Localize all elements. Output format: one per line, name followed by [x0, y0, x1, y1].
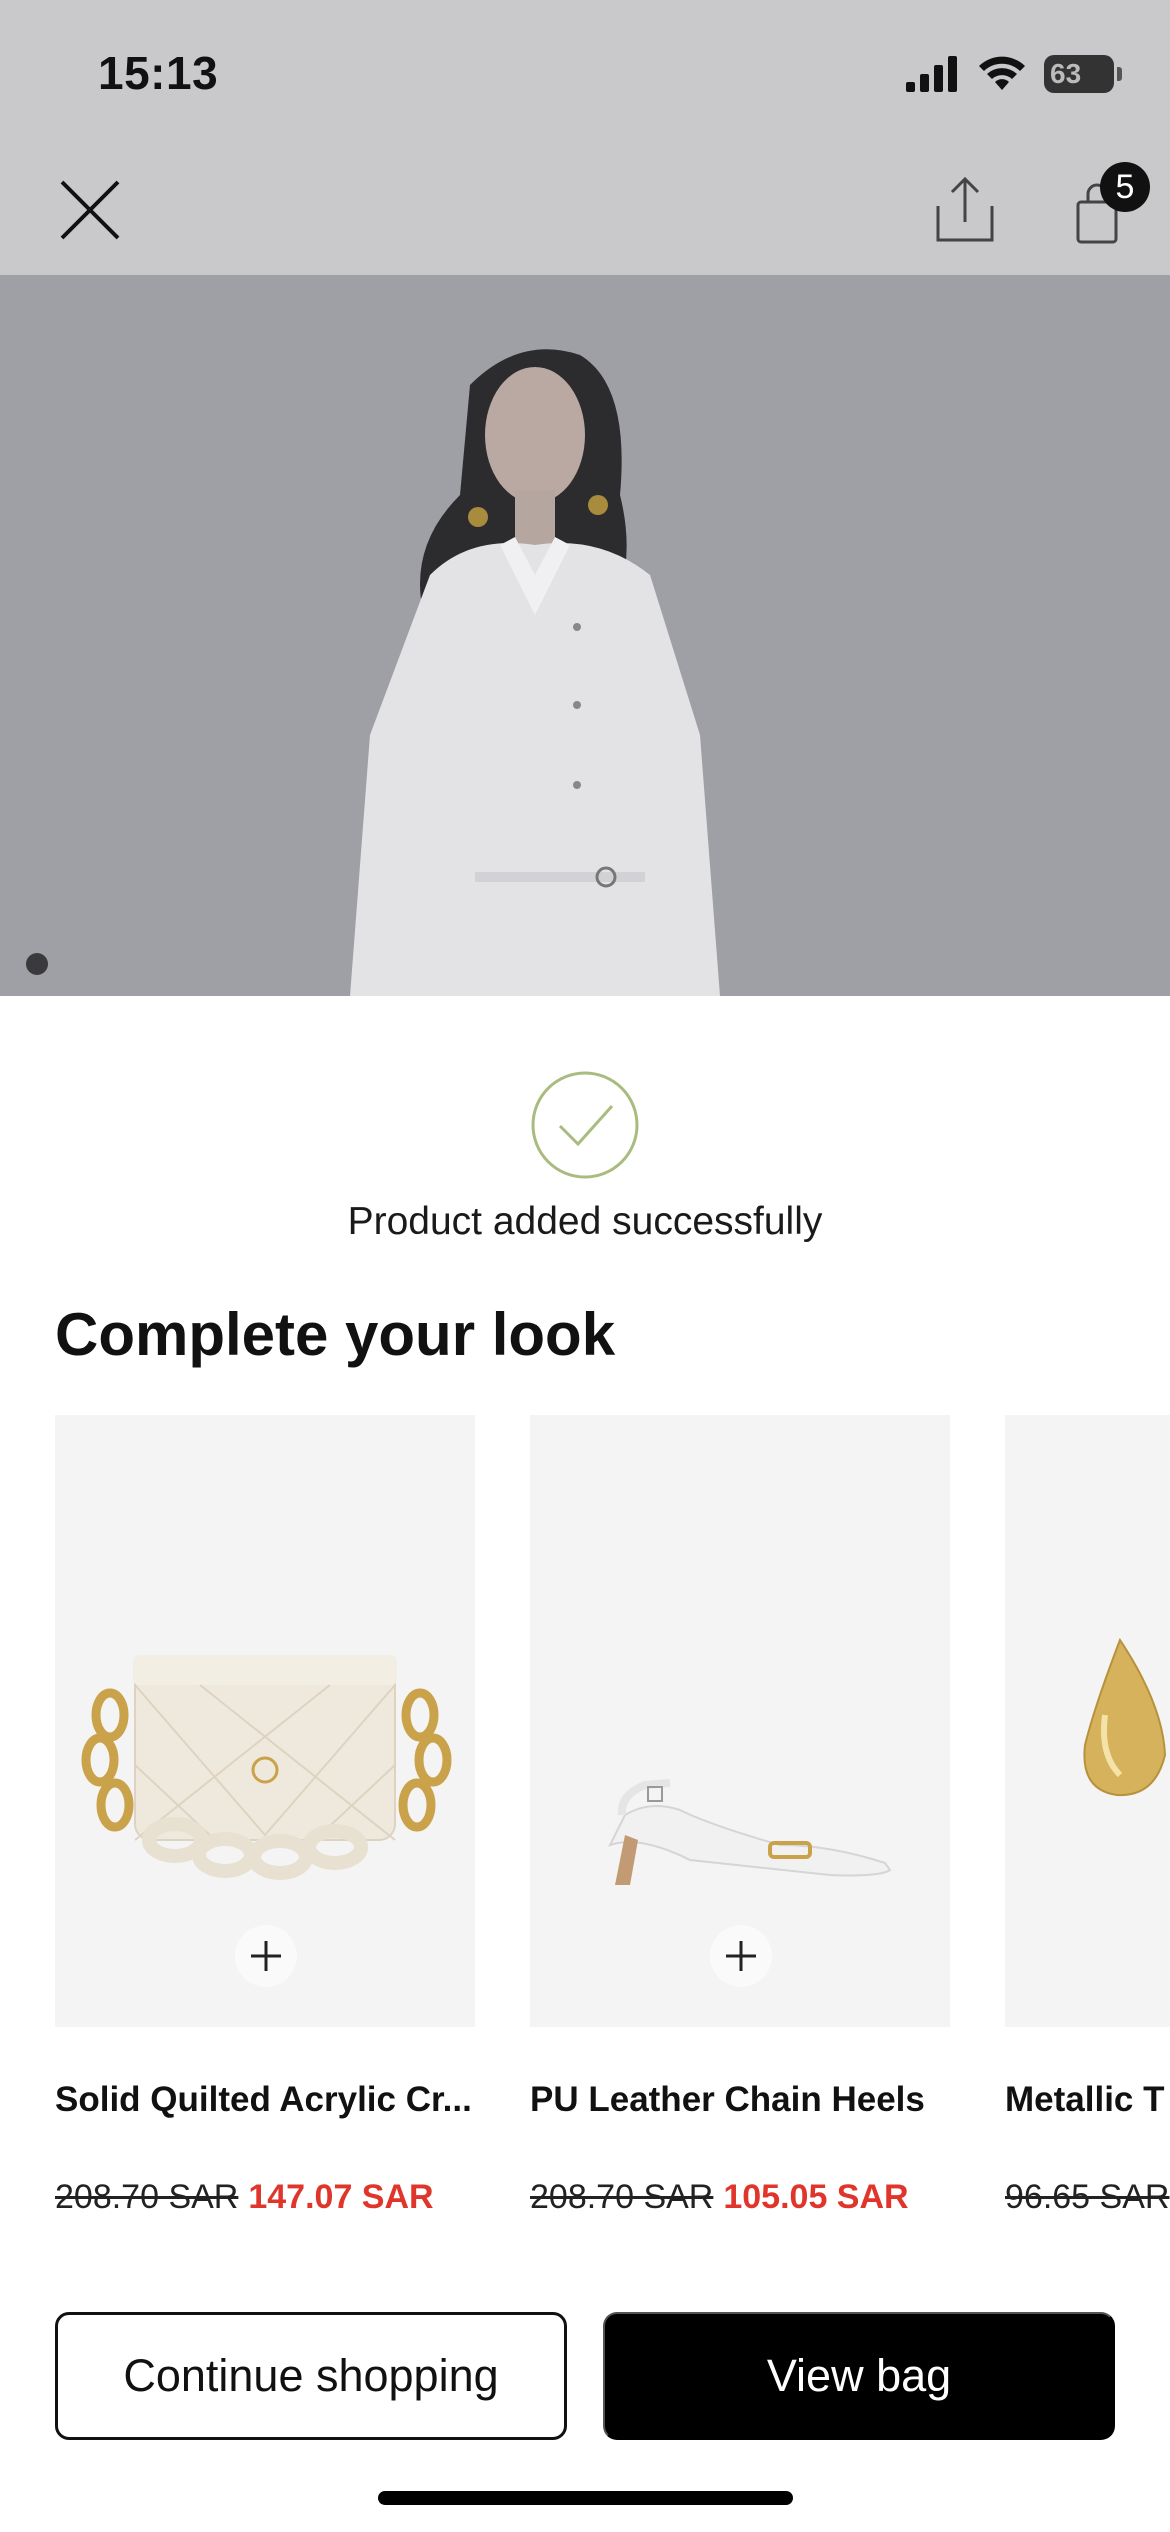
success-message: Product added successfully [347, 1200, 823, 1243]
sale-price: 147.07 SAR [248, 2178, 434, 2216]
sale-price: 105.05 SAR [723, 2178, 909, 2216]
product-price: 208.70 SAR 147.07 SAR [55, 2178, 434, 2217]
wifi-icon [979, 56, 1025, 90]
top-nav-bar [0, 140, 1170, 275]
plus-icon [251, 1941, 281, 1971]
original-price: 208.70 SAR [55, 2178, 239, 2216]
continue-shopping-button[interactable]: Continue shopping [55, 2312, 567, 2440]
add-to-bag-button[interactable] [235, 1925, 297, 1987]
product-card[interactable] [530, 1415, 950, 2027]
original-price: 96.65 SAR [1005, 2178, 1170, 2216]
status-time: 15:13 [98, 47, 219, 99]
model-photo [350, 349, 720, 996]
product-image[interactable] [55, 1415, 475, 2027]
cellular-signal-icon [906, 56, 957, 92]
plus-icon [726, 1941, 756, 1971]
metallic-earring-image [1083, 1637, 1167, 1797]
product-name[interactable]: Solid Quilted Acrylic Cr... [55, 2080, 475, 2120]
home-indicator[interactable] [378, 2491, 793, 2505]
status-bar: 15:13 63 [0, 0, 1170, 140]
product-name[interactable]: Metallic T [1005, 2080, 1170, 2120]
product-card[interactable] [1005, 1415, 1170, 2027]
bag-count-badge: 5 [1100, 162, 1150, 212]
product-price: 96.65 SAR [1005, 2178, 1170, 2217]
product-price: 208.70 SAR 105.05 SAR [530, 2178, 909, 2217]
carousel-page-dot[interactable] [26, 953, 48, 975]
battery-icon: 63 [1044, 55, 1122, 93]
close-icon[interactable] [50, 170, 130, 250]
product-image[interactable] [530, 1415, 950, 2027]
product-name[interactable]: PU Leather Chain Heels [530, 2080, 950, 2120]
section-title: Complete your look [55, 1301, 616, 1368]
status-icons: 63 [906, 52, 1122, 96]
dimmed-background: 15:13 63 5 [0, 0, 1170, 996]
share-icon[interactable] [930, 170, 1000, 250]
product-image[interactable] [1005, 1415, 1170, 2027]
product-hero-image [0, 275, 1170, 996]
product-card[interactable] [55, 1415, 475, 2027]
original-price: 208.70 SAR [530, 2178, 714, 2216]
check-circle-icon [531, 1071, 639, 1179]
battery-level: 63 [1050, 58, 1082, 89]
add-to-bag-button[interactable] [710, 1925, 772, 1987]
view-bag-button[interactable]: View bag [603, 2312, 1115, 2440]
